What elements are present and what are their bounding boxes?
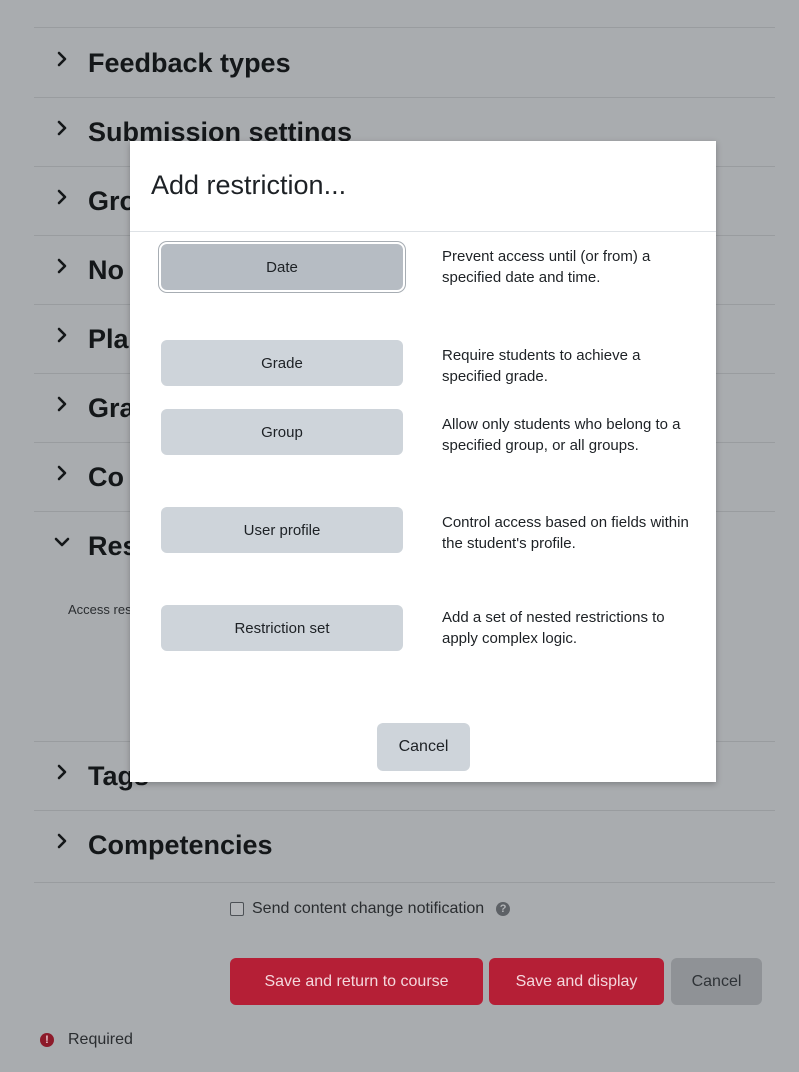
content-change-notification: Send content change notification ? [230, 900, 511, 918]
divider [34, 27, 775, 28]
section-competencies[interactable]: Competencies [34, 811, 775, 883]
section-feedback-types[interactable]: Feedback types [34, 29, 775, 98]
chevron-right-icon [57, 327, 67, 343]
date-restriction-button[interactable]: Date [161, 244, 403, 290]
add-restriction-dialog: Add restriction... Date Prevent access u… [130, 141, 716, 782]
notification-label: Send content change notification [252, 900, 485, 917]
chevron-right-icon [57, 833, 67, 849]
required-legend: ! Required [40, 1031, 133, 1049]
section-title: Competencies [88, 830, 273, 860]
cancel-button[interactable]: Cancel [671, 958, 762, 1005]
group-restriction-button[interactable]: Group [161, 409, 403, 455]
chevron-right-icon [57, 258, 67, 274]
grade-restriction-description: Require students to achieve a specified … [442, 347, 641, 385]
section-title: Pla [88, 324, 129, 354]
user-profile-restriction-button[interactable]: User profile [161, 507, 403, 553]
chevron-right-icon [57, 764, 67, 780]
restriction-set-button[interactable]: Restriction set [161, 605, 403, 651]
dialog-header-divider [130, 231, 716, 232]
date-restriction-description: Prevent access until (or from) a specifi… [442, 248, 651, 286]
chevron-right-icon [57, 396, 67, 412]
section-title: Co [88, 462, 124, 492]
group-restriction-description: Allow only students who belong to a spec… [442, 416, 681, 454]
dialog-cancel-button[interactable]: Cancel [377, 723, 470, 771]
chevron-right-icon [57, 120, 67, 136]
user-profile-restriction-description: Control access based on fields within th… [442, 514, 689, 552]
question-circle-icon[interactable]: ? [496, 902, 511, 916]
section-title: No [88, 255, 124, 285]
save-and-return-button[interactable]: Save and return to course [230, 958, 483, 1005]
chevron-right-icon [57, 51, 67, 67]
required-label: Required [68, 1031, 133, 1048]
exclamation-circle-icon: ! [40, 1033, 54, 1047]
section-title: Feedback types [88, 48, 291, 78]
notification-checkbox[interactable] [230, 902, 244, 916]
section-title: Gro [88, 186, 137, 216]
chevron-down-icon [54, 537, 70, 547]
grade-restriction-button[interactable]: Grade [161, 340, 403, 386]
save-and-display-button[interactable]: Save and display [489, 958, 664, 1005]
dialog-title: Add restriction... [151, 170, 347, 200]
restriction-set-description: Add a set of nested restrictions to appl… [442, 609, 665, 647]
chevron-right-icon [57, 465, 67, 481]
chevron-right-icon [57, 189, 67, 205]
section-title: Gra [88, 393, 135, 423]
